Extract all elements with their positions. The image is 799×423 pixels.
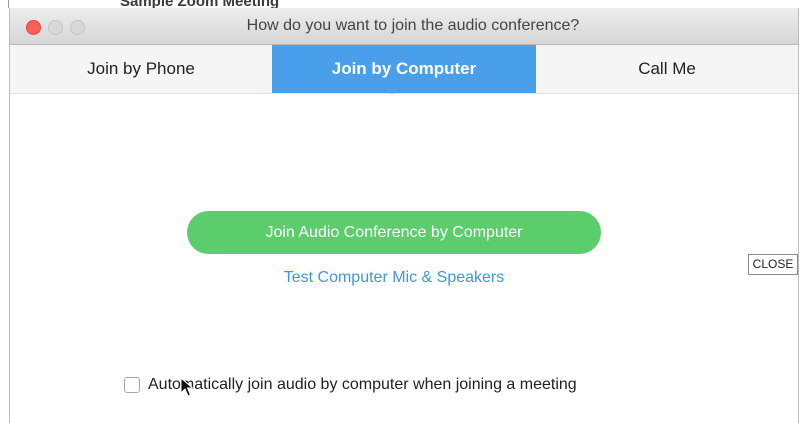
tab-join-by-computer[interactable]: Join by Computer — [272, 45, 536, 93]
mouse-cursor-icon — [180, 377, 194, 397]
tab-call-me[interactable]: Call Me — [536, 45, 798, 93]
test-mic-speakers-link[interactable]: Test Computer Mic & Speakers — [187, 269, 601, 287]
title-bar: How do you want to join the audio confer… — [10, 8, 798, 45]
background-window-edge — [8, 0, 9, 8]
auto-join-checkbox[interactable] — [124, 377, 140, 393]
window-title: How do you want to join the audio confer… — [246, 17, 580, 34]
selected-tab-pointer — [383, 85, 401, 94]
close-button[interactable]: CLOSE — [748, 254, 798, 275]
tab-join-by-phone[interactable]: Join by Phone — [10, 45, 272, 93]
join-audio-by-computer-button[interactable]: Join Audio Conference by Computer — [187, 211, 601, 254]
tab-bar: Join by Phone Join by Computer Call Me — [10, 45, 798, 94]
auto-join-label[interactable]: Automatically join audio by computer whe… — [148, 376, 577, 394]
